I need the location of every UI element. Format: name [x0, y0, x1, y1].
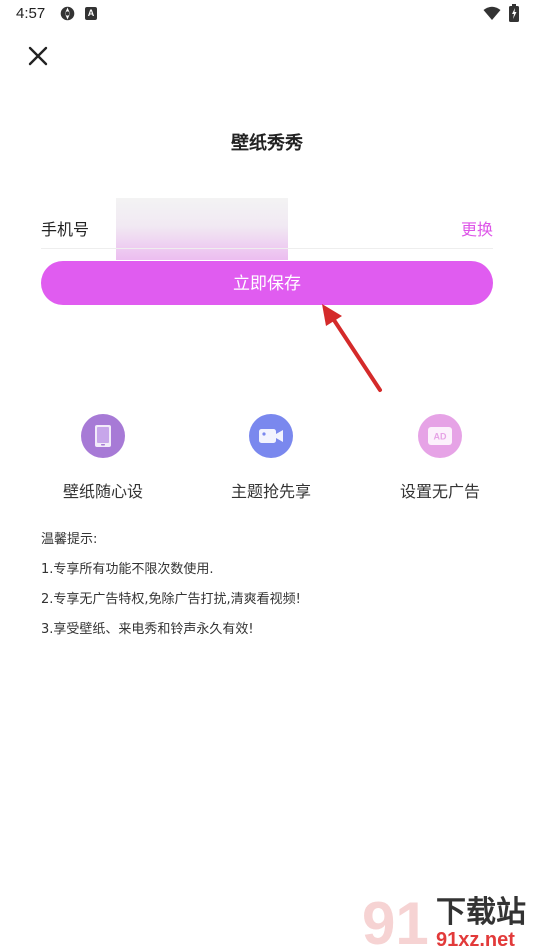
phone-number-value: [116, 198, 288, 260]
svg-text:下载站: 下载站: [436, 895, 526, 930]
feature-no-ads-badge: AD: [418, 414, 462, 458]
svg-text:91: 91: [362, 890, 429, 950]
feature-label: 壁纸随心设: [62, 482, 143, 501]
tip-item: 3.享受壁纸、来电秀和铃声永久有效!: [41, 622, 254, 637]
divider: [41, 248, 493, 249]
status-bar: 4:57 A: [0, 0, 534, 28]
watermark-logo: 91 下载站 91xz.net: [362, 890, 526, 950]
sync-icon: [60, 6, 75, 21]
feature-label: 主题抢先享: [230, 482, 311, 501]
annotation-arrow-icon: [322, 304, 382, 392]
tip-item: 1.专享所有功能不限次数使用.: [41, 562, 214, 577]
change-phone-link[interactable]: 更换: [461, 216, 493, 240]
feature-no-ads: AD 设置无广告: [365, 414, 515, 502]
phone-icon: [95, 425, 111, 447]
page: 4:57 A 壁纸秀秀 手机号 更换 立即保存 壁纸随心设 主题抢先享 AD 设…: [0, 0, 534, 950]
video-icon: [259, 429, 283, 443]
accessibility-a-icon: A: [85, 7, 97, 20]
close-icon[interactable]: [26, 44, 50, 68]
status-time: 4:57: [16, 5, 46, 22]
feature-theme-badge: [249, 414, 293, 458]
tip-item: 2.专享无广告特权,免除广告打扰,清爽看视频!: [41, 592, 301, 607]
ad-icon: AD: [428, 427, 452, 445]
feature-wallpaper: 壁纸随心设: [28, 414, 178, 502]
feature-theme: 主题抢先享: [196, 414, 346, 502]
phone-label: 手机号: [41, 220, 90, 239]
wifi-icon: [483, 6, 501, 20]
tips-title: 温馨提示:: [41, 532, 98, 547]
svg-text:AD: AD: [434, 432, 447, 442]
feature-wallpaper-badge: [81, 414, 125, 458]
battery-icon: [509, 4, 519, 22]
save-now-button[interactable]: 立即保存: [41, 261, 493, 305]
tips-section: 温馨提示: 1.专享所有功能不限次数使用. 2.专享无广告特权,免除广告打扰,清…: [41, 530, 301, 650]
feature-label: 设置无广告: [399, 482, 480, 501]
svg-text:91xz.net: 91xz.net: [436, 929, 515, 950]
page-title: 壁纸秀秀: [231, 133, 303, 154]
